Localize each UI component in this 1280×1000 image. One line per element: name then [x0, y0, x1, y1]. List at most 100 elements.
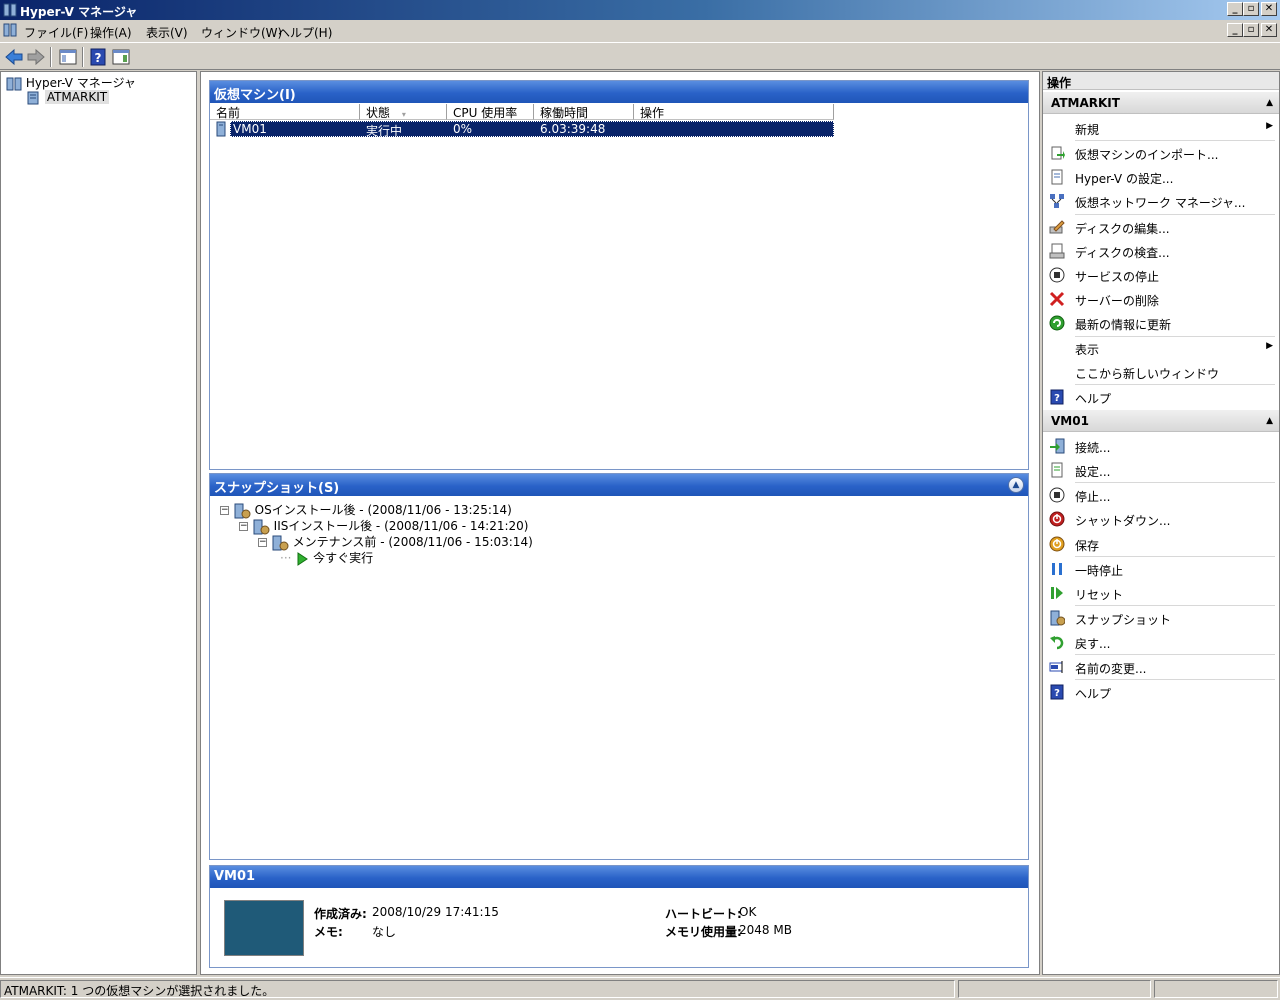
svg-text:?: ? [1054, 688, 1060, 699]
action-label: シャットダウン... [1075, 514, 1171, 528]
action-label: サーバーの削除 [1075, 294, 1159, 308]
status-panel-2 [958, 980, 1151, 998]
forward-button[interactable] [26, 47, 46, 67]
toolbar: ? [0, 42, 1280, 70]
minimize-button[interactable]: _ [1227, 2, 1243, 16]
collapse-snapshot-button[interactable]: ▲ [1008, 477, 1024, 493]
action-network-manager[interactable]: 仮想ネットワーク マネージャ... [1043, 189, 1279, 213]
action-snapshot[interactable]: スナップショット [1043, 606, 1279, 630]
tree-item-root[interactable]: Hyper-V マネージャ [6, 74, 136, 91]
menu-file[interactable]: ファイル(F) [24, 24, 88, 41]
turn-off-icon [1049, 487, 1065, 503]
action-label: 一時停止 [1075, 564, 1124, 578]
refresh-icon [1049, 315, 1065, 331]
restore-button[interactable]: ▫ [1243, 2, 1259, 16]
tree-item-server[interactable]: ATMARKIT [25, 90, 110, 105]
vm-section-title: 仮想マシン(I) [214, 88, 296, 103]
vm-row-vm01[interactable]: VM01 実行中 0% 6.03:39:48 [230, 121, 834, 138]
memory-label: メモリ使用量: [665, 925, 742, 939]
toolbar-separator [82, 47, 84, 67]
column-state[interactable]: 状態 ▾ [360, 104, 447, 120]
action-edit-disk[interactable]: ディスクの編集... [1043, 215, 1279, 239]
action-new-window[interactable]: ここから新しいウィンドウ [1043, 360, 1279, 384]
collapse-node-icon[interactable]: − [239, 522, 248, 531]
snapshot-item[interactable]: − OSインストール後 - (2008/11/06 - 13:25:14) [220, 501, 512, 519]
menu-view[interactable]: 表示(V) [146, 24, 188, 41]
action-settings[interactable]: 設定... [1043, 458, 1279, 482]
action-view[interactable]: 表示 ▶ [1043, 336, 1279, 360]
action-label: ヘルプ [1075, 392, 1112, 406]
action-group-vm[interactable]: VM01 ▲ [1043, 410, 1279, 432]
console-tree-icon [59, 49, 77, 65]
action-inspect-disk[interactable]: ディスクの検査... [1043, 239, 1279, 263]
column-name[interactable]: 名前 [210, 104, 360, 120]
collapse-node-icon[interactable]: − [220, 506, 229, 515]
close-button[interactable]: ✕ [1261, 2, 1277, 16]
now-item[interactable]: ··· 今すぐ実行 [280, 549, 373, 566]
action-rename[interactable]: 名前の変更... [1043, 655, 1279, 679]
action-save[interactable]: 保存 [1043, 532, 1279, 556]
action-group-server[interactable]: ATMARKIT ▲ [1043, 92, 1279, 114]
vm-section-header: 仮想マシン(I) [210, 81, 1028, 103]
action-pause[interactable]: 一時停止 [1043, 557, 1279, 581]
action-shutdown[interactable]: シャットダウン... [1043, 507, 1279, 531]
action-label: スナップショット [1075, 613, 1172, 627]
memo-value: なし [372, 925, 397, 939]
vm-section: 仮想マシン(I) 名前 状態 ▾ CPU 使用率 稼働時間 操作 VM01 実行… [209, 80, 1029, 470]
column-operation[interactable]: 操作 [634, 104, 834, 120]
action-pane-icon [112, 49, 130, 65]
action-help-vm[interactable]: ? ヘルプ [1043, 680, 1279, 704]
vm-thumbnail[interactable] [224, 900, 304, 956]
show-hide-tree-button[interactable] [58, 47, 78, 67]
action-help-server[interactable]: ? ヘルプ [1043, 385, 1279, 409]
back-button[interactable] [4, 47, 24, 67]
snapshot-item[interactable]: − メンテナンス前 - (2008/11/06 - 15:03:14) [258, 533, 533, 551]
collapse-group-icon[interactable]: ▲ [1266, 98, 1273, 108]
child-close-button[interactable]: ✕ [1261, 23, 1277, 37]
forward-arrow-icon [27, 48, 45, 66]
memory-value: 2048 MB [739, 923, 792, 937]
remove-x-icon [1049, 291, 1065, 307]
action-label: 設定... [1075, 465, 1111, 479]
toolbar-separator [50, 47, 52, 67]
action-hyperv-settings[interactable]: Hyper-V の設定... [1043, 165, 1279, 189]
snapshot-item[interactable]: − IISインストール後 - (2008/11/06 - 14:21:20) [239, 517, 528, 535]
menu-help[interactable]: ヘルプ(H) [278, 24, 332, 41]
show-action-pane-button[interactable] [111, 47, 131, 67]
action-label: サービスの停止 [1075, 270, 1160, 284]
heartbeat-label: ハートビート: [665, 907, 742, 921]
help-toolbar-button[interactable]: ? [88, 47, 108, 67]
action-revert[interactable]: 戻す... [1043, 630, 1279, 654]
status-text: ATMARKIT: 1 つの仮想マシンが選択されました。 [0, 980, 955, 998]
action-refresh[interactable]: 最新の情報に更新 [1043, 311, 1279, 335]
collapse-node-icon[interactable]: − [258, 538, 267, 547]
title-bar: Hyper-V マネージャ _ ▫ ✕ [0, 0, 1280, 20]
menu-window[interactable]: ウィンドウ(W) [201, 24, 282, 41]
action-new[interactable]: 新規 ▶ [1043, 116, 1279, 140]
child-restore-button[interactable]: ▫ [1243, 23, 1259, 37]
action-label: 新規 [1075, 123, 1100, 137]
menu-action[interactable]: 操作(A) [90, 24, 132, 41]
mmc-icon [3, 23, 17, 40]
action-reset[interactable]: リセット [1043, 581, 1279, 605]
action-remove-server[interactable]: サーバーの削除 [1043, 287, 1279, 311]
pause-icon [1052, 563, 1062, 575]
created-label: 作成済み: [314, 907, 367, 921]
help-icon: ? [90, 48, 106, 66]
detail-section-title: VM01 [214, 869, 256, 884]
action-label: ディスクの検査... [1075, 246, 1170, 260]
action-import-vm[interactable]: 仮想マシンのインポート... [1043, 141, 1279, 165]
vm-settings-icon [1051, 462, 1063, 478]
action-label: 名前の変更... [1075, 662, 1147, 676]
inspect-disk-icon [1049, 243, 1065, 259]
column-uptime[interactable]: 稼働時間 [534, 104, 634, 120]
help-icon: ? [1050, 389, 1064, 405]
column-cpu[interactable]: CPU 使用率 [447, 104, 534, 120]
action-label: 仮想マシンのインポート... [1075, 148, 1219, 162]
action-stop-service[interactable]: サービスの停止 [1043, 263, 1279, 287]
child-minimize-button[interactable]: _ [1227, 23, 1243, 37]
action-connect[interactable]: 接続... [1043, 434, 1279, 458]
heartbeat-value: OK [739, 905, 757, 919]
collapse-group-icon[interactable]: ▲ [1266, 416, 1273, 426]
action-turn-off[interactable]: 停止... [1043, 483, 1279, 507]
